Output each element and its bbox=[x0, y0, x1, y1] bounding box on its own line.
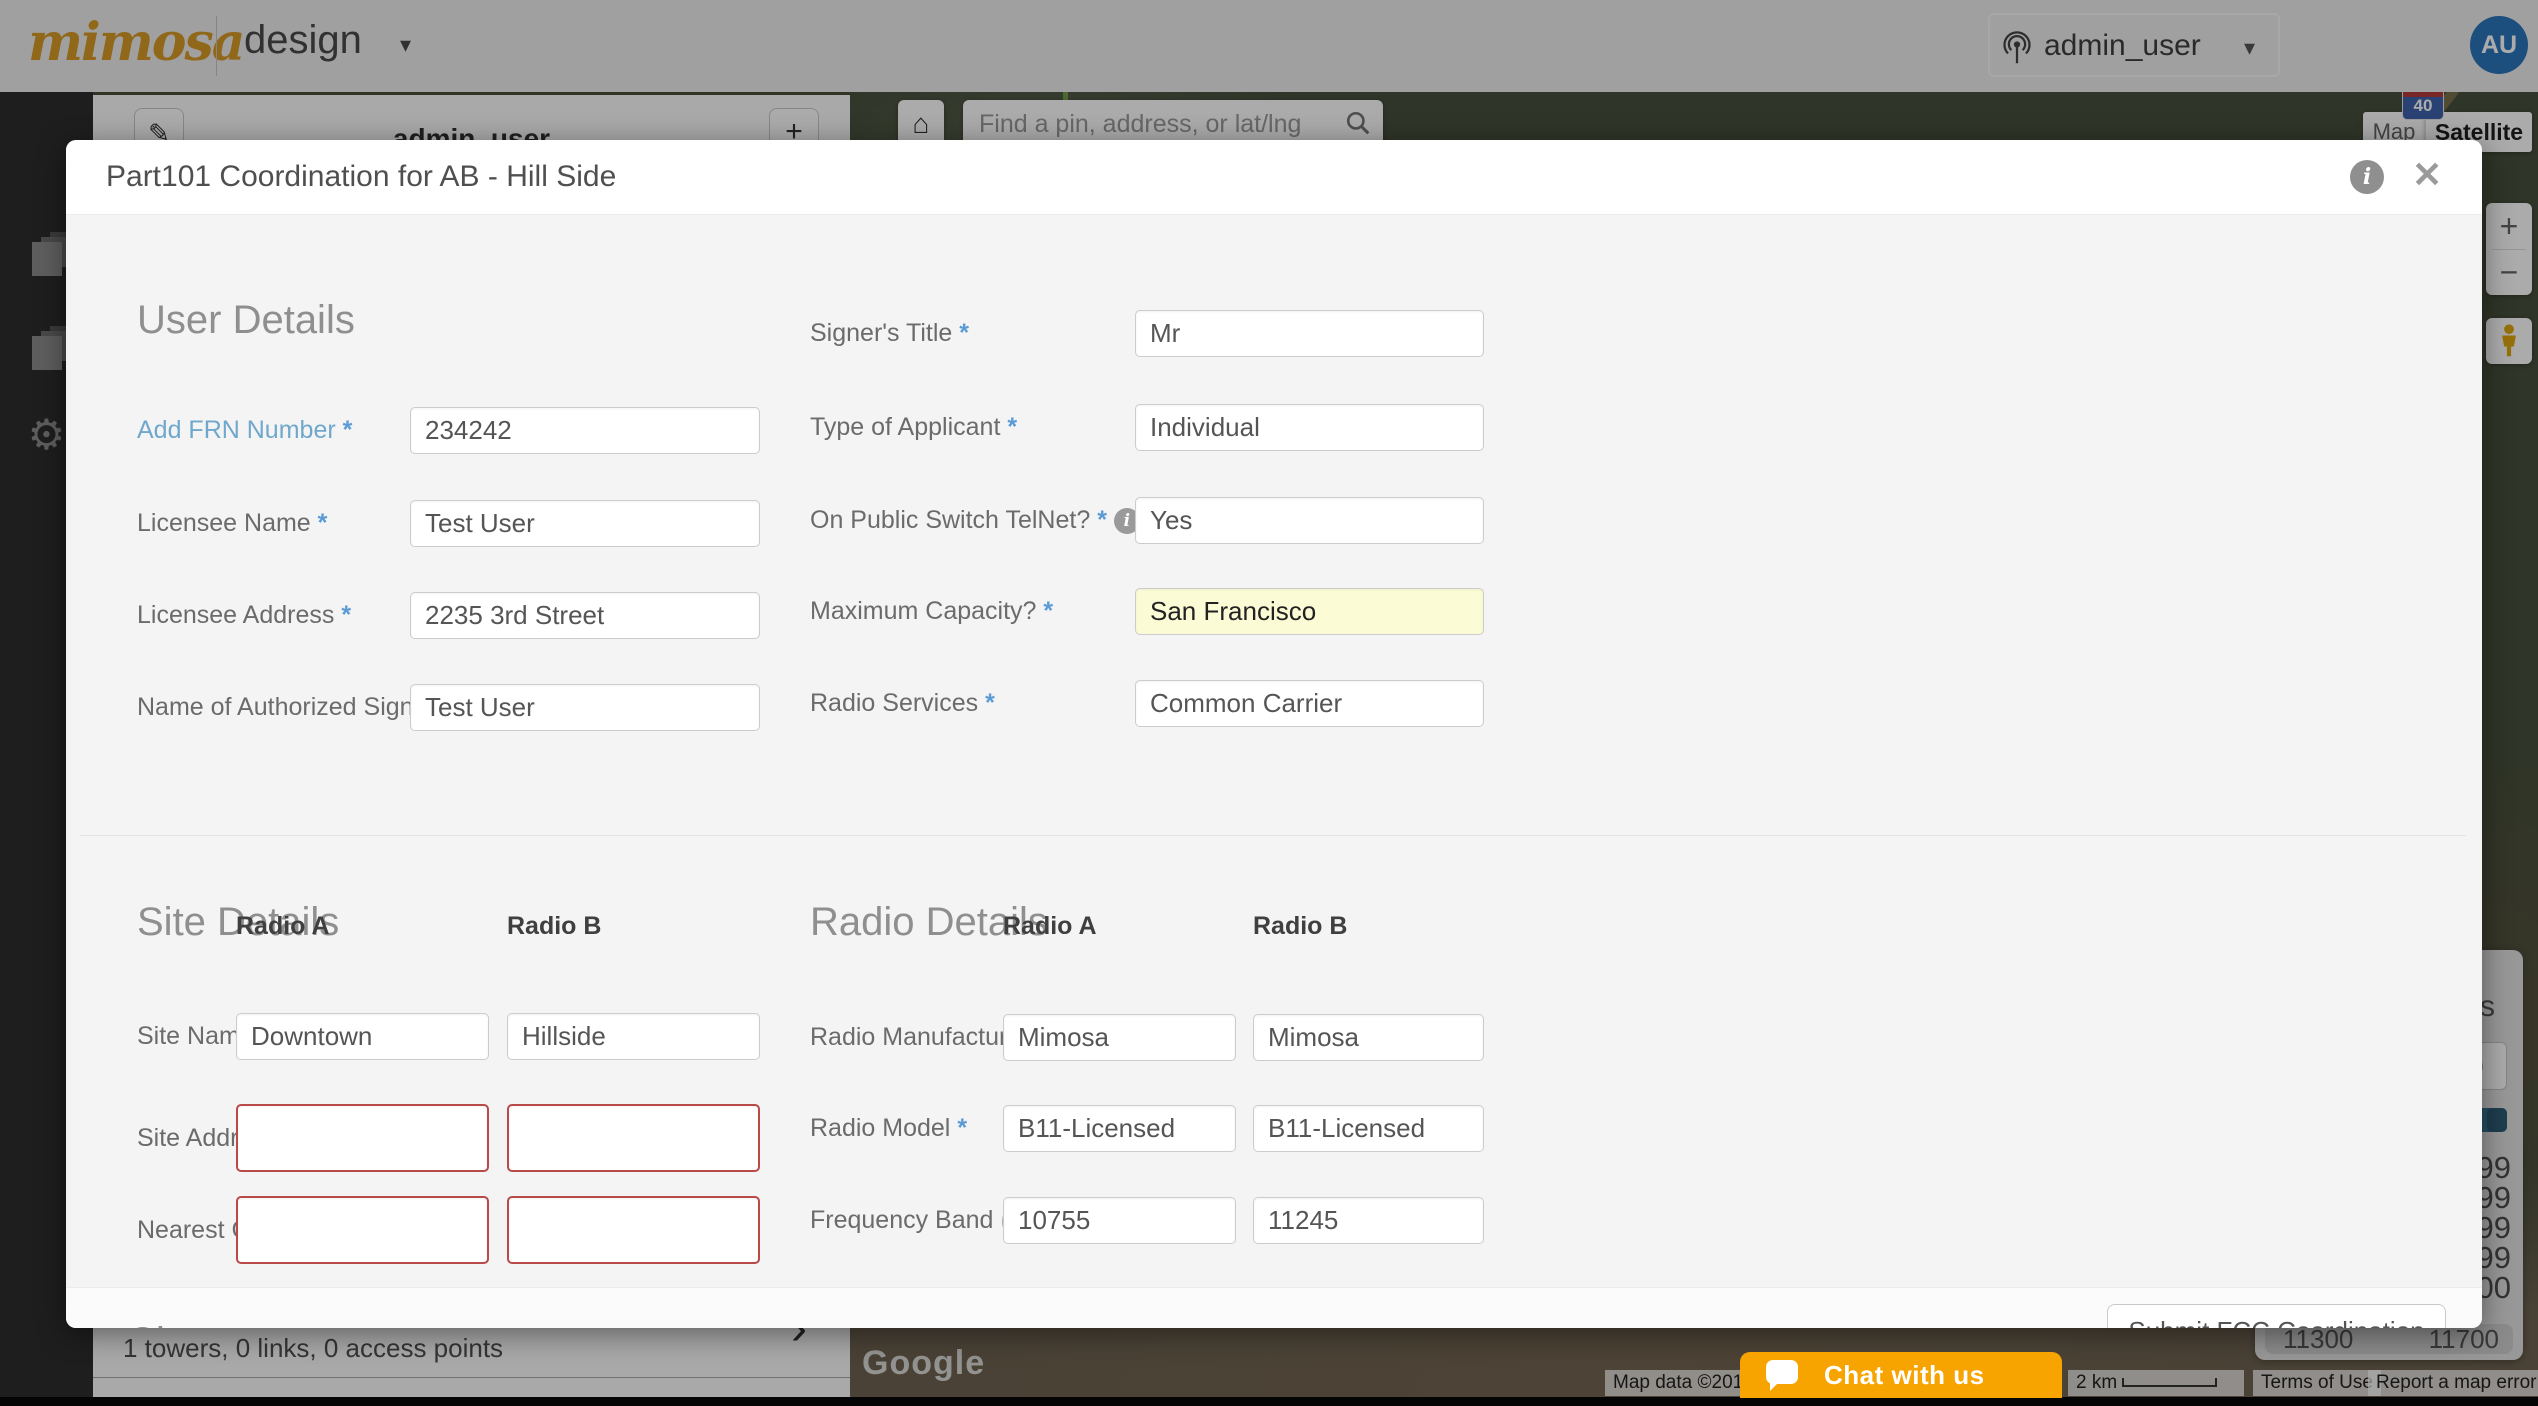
modal-title: Part101 Coordination for AB - Hill Side bbox=[106, 140, 616, 214]
type-of-applicant-input[interactable] bbox=[1135, 404, 1484, 451]
licensee-address-input[interactable] bbox=[410, 592, 760, 639]
field-label-public-switch-telnet: On Public Switch TelNet? * i bbox=[810, 497, 1140, 544]
chat-label: Chat with us bbox=[1824, 1352, 1985, 1398]
label-text: Licensee Address bbox=[137, 601, 334, 629]
required-asterisk: * bbox=[343, 416, 353, 444]
next-section-heading-clipped: Ch bbox=[127, 1320, 178, 1328]
site-address-a-input[interactable] bbox=[236, 1104, 489, 1172]
site-address-b-input[interactable] bbox=[507, 1104, 760, 1172]
close-icon[interactable]: ✕ bbox=[2412, 154, 2442, 196]
field-label-authorized-signer: Name of Authorized Signer * bbox=[137, 684, 452, 731]
label-text: Licensee Name bbox=[137, 509, 311, 537]
label-text: Radio Model bbox=[810, 1114, 950, 1142]
column-header-radio-b: Radio B bbox=[1253, 912, 1347, 941]
field-label-licensee-name: Licensee Name * bbox=[137, 500, 327, 547]
required-asterisk: * bbox=[959, 319, 969, 347]
field-label-radio-services: Radio Services * bbox=[810, 680, 995, 727]
column-header-radio-a: Radio A bbox=[1003, 912, 1097, 941]
maximum-capacity-input[interactable] bbox=[1135, 588, 1484, 635]
section-divider bbox=[80, 835, 2466, 836]
field-label-signers-title: Signer's Title * bbox=[810, 310, 969, 357]
section-heading-user-details: User Details bbox=[137, 298, 355, 343]
label-text: Radio Manufacturer bbox=[810, 1023, 1030, 1051]
add-frn-link[interactable]: Add FRN Number bbox=[137, 416, 336, 444]
info-icon[interactable]: i bbox=[2350, 160, 2384, 194]
label-text: Signer's Title bbox=[810, 319, 952, 347]
required-asterisk: * bbox=[985, 689, 995, 717]
label-text: On Public Switch TelNet? bbox=[810, 506, 1090, 534]
submit-fcc-coordination-button[interactable]: Submit FCC Coordination bbox=[2107, 1304, 2446, 1328]
field-label-licensee-address: Licensee Address * bbox=[137, 592, 351, 639]
required-asterisk: * bbox=[341, 601, 351, 629]
modal-header: Part101 Coordination for AB - Hill Side … bbox=[66, 140, 2482, 215]
licensee-name-input[interactable] bbox=[410, 500, 760, 547]
radio-manufacturer-b-input[interactable] bbox=[1253, 1014, 1484, 1061]
public-switch-telnet-input[interactable] bbox=[1135, 497, 1484, 544]
chat-launcher[interactable]: Chat with us bbox=[1740, 1352, 2062, 1398]
frequency-band-a-input[interactable] bbox=[1003, 1197, 1236, 1244]
authorized-signer-input[interactable] bbox=[410, 684, 760, 731]
radio-model-a-input[interactable] bbox=[1003, 1105, 1236, 1152]
label-text: Type of Applicant bbox=[810, 413, 1000, 441]
nearest-city-a-input[interactable] bbox=[236, 1196, 489, 1264]
label-text: Name of Authorized Signer bbox=[137, 693, 436, 721]
required-asterisk: * bbox=[1007, 413, 1017, 441]
field-label-add-frn: Add FRN Number * bbox=[137, 407, 352, 454]
column-header-radio-a: Radio A bbox=[236, 912, 330, 941]
required-asterisk: * bbox=[1043, 597, 1053, 625]
required-asterisk: * bbox=[957, 1114, 967, 1142]
frequency-band-b-input[interactable] bbox=[1253, 1197, 1484, 1244]
chat-bubble-icon bbox=[1766, 1360, 1798, 1384]
required-asterisk: * bbox=[1097, 506, 1107, 534]
signers-title-input[interactable] bbox=[1135, 310, 1484, 357]
radio-model-b-input[interactable] bbox=[1253, 1105, 1484, 1152]
label-text: Maximum Capacity? bbox=[810, 597, 1036, 625]
part101-coordination-modal: Part101 Coordination for AB - Hill Side … bbox=[66, 140, 2482, 1328]
nearest-city-b-input[interactable] bbox=[507, 1196, 760, 1264]
field-label-maximum-capacity: Maximum Capacity? * bbox=[810, 588, 1053, 635]
label-text: Radio Services bbox=[810, 689, 978, 717]
bottom-black-strip bbox=[0, 1397, 2538, 1406]
site-name-b-input[interactable] bbox=[507, 1013, 760, 1060]
column-header-radio-b: Radio B bbox=[507, 912, 601, 941]
label-text: Frequency Band bbox=[810, 1206, 993, 1234]
field-label-radio-model: Radio Model * bbox=[810, 1105, 967, 1152]
required-asterisk: * bbox=[318, 509, 328, 537]
frn-number-input[interactable] bbox=[410, 407, 760, 454]
site-name-a-input[interactable] bbox=[236, 1013, 489, 1060]
field-label-type-of-applicant: Type of Applicant * bbox=[810, 404, 1017, 451]
radio-services-input[interactable] bbox=[1135, 680, 1484, 727]
radio-manufacturer-a-input[interactable] bbox=[1003, 1014, 1236, 1061]
app-screen: mimosa design ▾ admin_user ▾ AU ⚙ ✎ admi… bbox=[0, 0, 2538, 1406]
